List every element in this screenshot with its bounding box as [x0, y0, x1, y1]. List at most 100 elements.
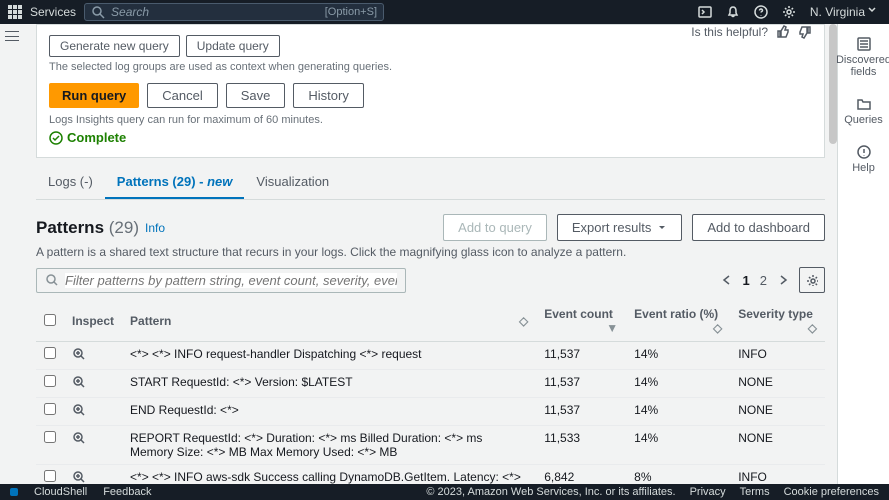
sidebar-help[interactable]: Help: [852, 144, 875, 174]
footer-bar: CloudShell Feedback © 2023, Amazon Web S…: [0, 484, 889, 500]
feedback-link[interactable]: Feedback: [103, 486, 151, 498]
tab-patterns-label: Patterns (29) -: [117, 174, 207, 189]
scrollbar[interactable]: [829, 24, 837, 144]
cloudshell-link[interactable]: CloudShell: [34, 486, 87, 498]
ratio-cell: 14%: [626, 370, 730, 398]
top-nav: Services Search [Option+S] N. Virginia: [0, 0, 889, 24]
status-complete: Complete: [67, 130, 126, 145]
search-placeholder: Search: [111, 5, 149, 19]
apps-grid-icon[interactable]: [8, 5, 22, 19]
magnify-plus-icon: [72, 403, 86, 417]
helpful-text: Is this helpful?: [691, 25, 768, 39]
update-query-button[interactable]: Update query: [186, 35, 280, 57]
gear-icon[interactable]: [782, 5, 796, 19]
privacy-link[interactable]: Privacy: [690, 486, 726, 498]
hamburger-icon: [5, 31, 19, 41]
page-next-icon[interactable]: [777, 274, 789, 286]
magnify-plus-icon: [72, 431, 86, 445]
history-button[interactable]: History: [293, 83, 363, 108]
inspect-button[interactable]: [72, 473, 86, 484]
question-icon[interactable]: [754, 5, 768, 19]
add-to-dashboard-button[interactable]: Add to dashboard: [692, 214, 825, 241]
sidebar-item-label: Queries: [844, 114, 883, 126]
max-runtime-msg: Logs Insights query can run for maximum …: [49, 114, 812, 126]
col-event-ratio[interactable]: Event ratio (%) ◇: [626, 301, 730, 342]
row-checkbox[interactable]: [44, 347, 56, 359]
right-side-panel: Discovered fields Queries Help: [837, 24, 889, 484]
pattern-cell: REPORT RequestId: <*> Duration: <*> ms B…: [122, 426, 536, 465]
services-link[interactable]: Services: [30, 5, 76, 19]
patterns-title: Patterns (29): [36, 218, 139, 238]
page-prev-icon[interactable]: [721, 274, 733, 286]
search-icon: [45, 273, 59, 287]
page-2[interactable]: 2: [760, 273, 767, 288]
pattern-cell: END RequestId: <*>: [122, 398, 536, 426]
table-row: START RequestId: <*> Version: $LATEST11,…: [36, 370, 825, 398]
severity-cell: INFO: [730, 342, 825, 370]
terminal-icon[interactable]: [698, 5, 712, 19]
magnify-plus-icon: [72, 375, 86, 389]
left-nav-toggle[interactable]: [0, 24, 24, 48]
save-button[interactable]: Save: [226, 83, 286, 108]
sidebar-discovered-fields[interactable]: Discovered fields: [836, 36, 889, 78]
patterns-desc: A pattern is a shared text structure tha…: [36, 245, 825, 259]
pattern-cell: START RequestId: <*> Version: $LATEST: [122, 370, 536, 398]
inspect-button[interactable]: [72, 378, 86, 392]
row-checkbox[interactable]: [44, 375, 56, 387]
pattern-filter-input[interactable]: [65, 273, 397, 288]
cookies-link[interactable]: Cookie preferences: [784, 486, 879, 498]
pattern-filter[interactable]: [36, 268, 406, 293]
col-severity[interactable]: Severity type ◇: [730, 301, 825, 342]
helpful-prompt: Is this helpful?: [691, 25, 812, 39]
add-to-query-button[interactable]: Add to query: [443, 214, 547, 241]
ratio-cell: 14%: [626, 342, 730, 370]
terms-link[interactable]: Terms: [740, 486, 770, 498]
tab-patterns[interactable]: Patterns (29) - new: [105, 166, 245, 199]
sidebar-queries[interactable]: Queries: [844, 96, 883, 126]
row-checkbox[interactable]: [44, 403, 56, 415]
select-all-checkbox[interactable]: [44, 314, 56, 326]
magnify-plus-icon: [72, 470, 86, 484]
patterns-table: Inspect Pattern◇ Event count ▼ Event rat…: [36, 301, 825, 484]
help-circle-icon: [856, 144, 872, 160]
check-circle-icon: [49, 131, 63, 145]
cancel-button[interactable]: Cancel: [147, 83, 217, 108]
chevron-down-icon: [867, 5, 881, 19]
count-cell: 6,842: [536, 465, 626, 485]
severity-cell: NONE: [730, 398, 825, 426]
export-results-button[interactable]: Export results: [557, 214, 682, 241]
run-query-button[interactable]: Run query: [49, 83, 139, 108]
global-search[interactable]: Search [Option+S]: [84, 3, 384, 21]
pagination: 1 2: [721, 267, 825, 293]
sidebar-item-label: Discovered fields: [836, 54, 889, 78]
page-1[interactable]: 1: [743, 273, 750, 288]
thumbs-up-icon[interactable]: [776, 25, 790, 39]
region-selector[interactable]: N. Virginia: [810, 5, 881, 19]
results-tabs: Logs (-) Patterns (29) - new Visualizati…: [36, 166, 825, 200]
row-checkbox[interactable]: [44, 470, 56, 482]
generate-query-button[interactable]: Generate new query: [49, 35, 180, 57]
severity-cell: INFO: [730, 465, 825, 485]
severity-cell: NONE: [730, 426, 825, 465]
thumbs-down-icon[interactable]: [798, 25, 812, 39]
pattern-cell: <*> <*> INFO request-handler Dispatching…: [122, 342, 536, 370]
table-settings-button[interactable]: [799, 267, 825, 293]
table-row: END RequestId: <*>11,53714%NONE: [36, 398, 825, 426]
tab-visualization[interactable]: Visualization: [244, 166, 341, 199]
col-pattern[interactable]: Pattern◇: [122, 301, 536, 342]
patterns-info-link[interactable]: Info: [145, 221, 165, 235]
inspect-button[interactable]: [72, 406, 86, 420]
count-cell: 11,533: [536, 426, 626, 465]
row-checkbox[interactable]: [44, 431, 56, 443]
inspect-button[interactable]: [72, 350, 86, 364]
cloudshell-indicator-icon: [10, 488, 18, 496]
table-row: REPORT RequestId: <*> Duration: <*> ms B…: [36, 426, 825, 465]
bell-icon[interactable]: [726, 5, 740, 19]
severity-cell: NONE: [730, 370, 825, 398]
col-inspect: Inspect: [64, 301, 122, 342]
tab-logs[interactable]: Logs (-): [36, 166, 105, 199]
col-event-count[interactable]: Event count ▼: [536, 301, 626, 342]
count-cell: 11,537: [536, 398, 626, 426]
search-icon: [91, 5, 105, 19]
inspect-button[interactable]: [72, 434, 86, 448]
